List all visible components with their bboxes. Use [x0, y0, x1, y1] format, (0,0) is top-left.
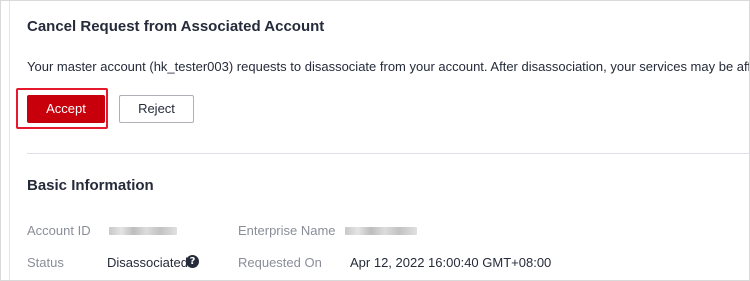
account-id-value-masked	[109, 227, 177, 235]
panel-border	[9, 1, 10, 280]
account-id-label: Account ID	[27, 223, 91, 238]
question-circle-icon[interactable]: ?	[186, 255, 199, 268]
request-panel	[9, 1, 749, 280]
accept-button[interactable]: Accept	[27, 95, 105, 123]
status-value: Disassociated	[107, 255, 188, 270]
section-divider	[27, 153, 749, 154]
page-frame: Cancel Request from Associated Account Y…	[0, 0, 750, 281]
status-label: Status	[27, 255, 64, 270]
basic-information-title: Basic Information	[27, 177, 154, 194]
enterprise-name-label: Enterprise Name	[238, 223, 336, 238]
requested-on-value: Apr 12, 2022 16:00:40 GMT+08:00	[350, 255, 552, 270]
enterprise-name-value-masked	[345, 227, 417, 235]
requested-on-label: Requested On	[238, 255, 322, 270]
request-title: Cancel Request from Associated Account	[27, 18, 325, 35]
reject-button[interactable]: Reject	[119, 95, 194, 123]
request-message: Your master account (hk_tester003) reque…	[27, 59, 750, 74]
